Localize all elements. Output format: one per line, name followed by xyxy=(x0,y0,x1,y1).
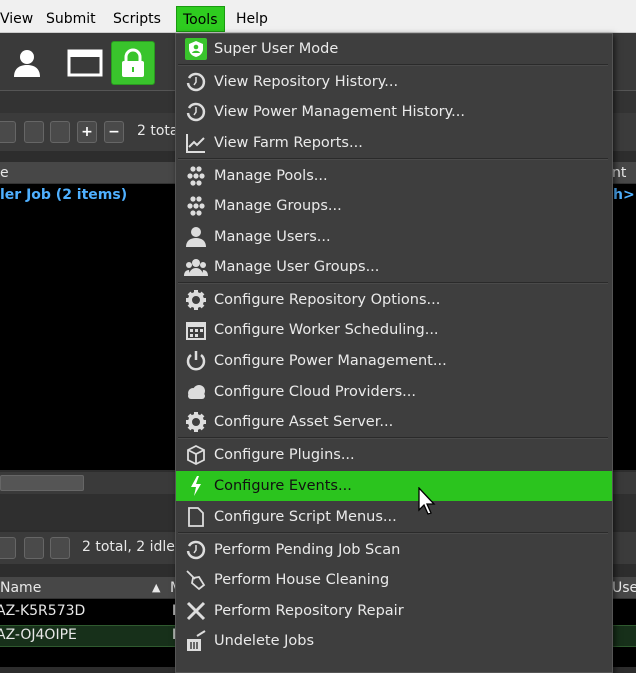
menu-item-configure-asset-server[interactable]: Configure Asset Server... xyxy=(176,407,612,437)
menu-item-label: Super User Mode xyxy=(214,41,339,57)
tools-menu-dropdown: Super User Mode View Repository History..… xyxy=(175,33,613,673)
menu-item-view-farm-reports[interactable]: View Farm Reports... xyxy=(176,128,612,158)
filter-icon[interactable] xyxy=(0,121,16,143)
worker-name: AZ-K5R573D xyxy=(0,603,86,619)
sort-ascending-icon: ▲ xyxy=(152,581,161,594)
calendar-icon xyxy=(184,318,208,342)
bookmark-icon[interactable] xyxy=(24,537,44,559)
users-icon xyxy=(184,255,208,279)
gear-icon xyxy=(184,410,208,434)
history-icon xyxy=(184,70,208,94)
menu-item-label: Configure Repository Options... xyxy=(214,292,441,308)
menu-bar: View Submit Scripts Tools Help xyxy=(0,0,636,33)
filter-icon[interactable] xyxy=(0,537,16,559)
menu-item-configure-repository-options[interactable]: Configure Repository Options... xyxy=(176,285,612,315)
undelete-icon xyxy=(184,629,208,653)
column-header[interactable]: e xyxy=(0,165,9,181)
menu-item-configure-script-menus[interactable]: Configure Script Menus... xyxy=(176,502,612,532)
menu-separator xyxy=(178,64,608,66)
hex-cluster-icon xyxy=(184,194,208,218)
menu-item-view-repository-history[interactable]: View Repository History... xyxy=(176,67,612,97)
menu-item-configure-worker-scheduling[interactable]: Configure Worker Scheduling... xyxy=(176,315,612,345)
menu-item-label: View Repository History... xyxy=(214,74,399,90)
menu-help[interactable]: Help xyxy=(230,6,274,32)
cube-icon xyxy=(184,443,208,467)
menu-item-label: Configure Cloud Providers... xyxy=(214,384,416,400)
super-user-lock-button[interactable] xyxy=(111,41,155,85)
menu-scripts[interactable]: Scripts xyxy=(107,6,167,32)
menu-item-label: Configure Script Menus... xyxy=(214,509,397,525)
menu-item-configure-plugins[interactable]: Configure Plugins... xyxy=(176,440,612,470)
menu-item-manage-pools[interactable]: Manage Pools... xyxy=(176,161,612,191)
cloud-icon xyxy=(184,380,208,404)
menu-item-configure-power-management[interactable]: Configure Power Management... xyxy=(176,346,612,376)
menu-item-label: Manage Users... xyxy=(214,229,331,245)
menu-item-label: Perform House Cleaning xyxy=(214,572,390,588)
menu-item-perform-repository-repair[interactable]: Perform Repository Repair xyxy=(176,596,612,626)
broom-icon xyxy=(184,568,208,592)
column-header[interactable]: Use xyxy=(612,577,636,599)
chart-line-icon xyxy=(184,131,208,155)
menu-view[interactable]: View xyxy=(0,6,39,32)
menu-item-configure-cloud-providers[interactable]: Configure Cloud Providers... xyxy=(176,377,612,407)
menu-item-label: Manage Groups... xyxy=(214,198,342,214)
menu-item-label: Undelete Jobs xyxy=(214,633,314,649)
workers-summary: 2 total, 2 idle xyxy=(82,539,175,555)
job-group-row[interactable]: ler Job (2 items) xyxy=(0,187,127,203)
menu-item-label: View Power Management History... xyxy=(214,104,465,120)
menu-item-perform-pending-job-scan[interactable]: Perform Pending Job Scan xyxy=(176,535,612,565)
column-header-name[interactable]: Name xyxy=(0,580,41,596)
document-icon xyxy=(184,505,208,529)
menu-item-label: Manage User Groups... xyxy=(214,259,380,275)
scrollbar-thumb[interactable] xyxy=(0,475,84,491)
lightning-icon xyxy=(184,474,208,498)
menu-item-undelete-jobs[interactable]: Undelete Jobs xyxy=(176,626,612,656)
menu-item-manage-users[interactable]: Manage Users... xyxy=(176,222,612,252)
menu-item-label: View Farm Reports... xyxy=(214,135,363,151)
menu-submit[interactable]: Submit xyxy=(40,6,102,32)
menu-item-manage-groups[interactable]: Manage Groups... xyxy=(176,191,612,221)
menu-separator xyxy=(178,532,608,534)
menu-item-label: Manage Pools... xyxy=(214,168,328,184)
plus-icon[interactable]: + xyxy=(77,121,97,143)
shield-user-icon xyxy=(184,37,208,61)
history-icon xyxy=(184,538,208,562)
menu-separator xyxy=(178,437,608,439)
window-icon[interactable] xyxy=(63,41,107,85)
user-icon xyxy=(184,225,208,249)
menu-tools[interactable]: Tools xyxy=(176,6,225,32)
pie-chart-icon[interactable] xyxy=(50,121,70,143)
job-cell: h> xyxy=(613,187,635,203)
minus-icon[interactable]: − xyxy=(104,121,124,143)
menu-item-label: Configure Power Management... xyxy=(214,353,447,369)
menu-item-view-power-management-history[interactable]: View Power Management History... xyxy=(176,97,612,127)
hex-cluster-icon xyxy=(184,164,208,188)
menu-item-super-user-mode[interactable]: Super User Mode xyxy=(176,34,612,64)
wrench-icon xyxy=(184,599,208,623)
menu-item-perform-house-cleaning[interactable]: Perform House Cleaning xyxy=(176,565,612,595)
mouse-cursor-icon xyxy=(418,486,436,519)
column-header[interactable]: nt xyxy=(612,162,626,184)
menu-item-configure-events[interactable]: Configure Events... xyxy=(176,471,612,501)
menu-item-manage-user-groups[interactable]: Manage User Groups... xyxy=(176,252,612,282)
history-icon xyxy=(184,100,208,124)
menu-item-label: Perform Pending Job Scan xyxy=(214,542,401,558)
gear-icon xyxy=(184,288,208,312)
menu-item-label: Configure Asset Server... xyxy=(214,414,394,430)
menu-item-label: Perform Repository Repair xyxy=(214,603,404,619)
worker-name: AZ-OJ4OIPE xyxy=(0,627,77,643)
menu-separator xyxy=(178,158,608,160)
user-icon[interactable] xyxy=(5,41,49,85)
menu-item-label: Configure Events... xyxy=(214,478,352,494)
menu-item-label: Configure Worker Scheduling... xyxy=(214,322,439,338)
power-icon xyxy=(184,349,208,373)
menu-item-label: Configure Plugins... xyxy=(214,447,355,463)
menu-separator xyxy=(178,282,608,284)
pie-chart-icon[interactable] xyxy=(50,537,70,559)
bookmark-icon[interactable] xyxy=(24,121,44,143)
